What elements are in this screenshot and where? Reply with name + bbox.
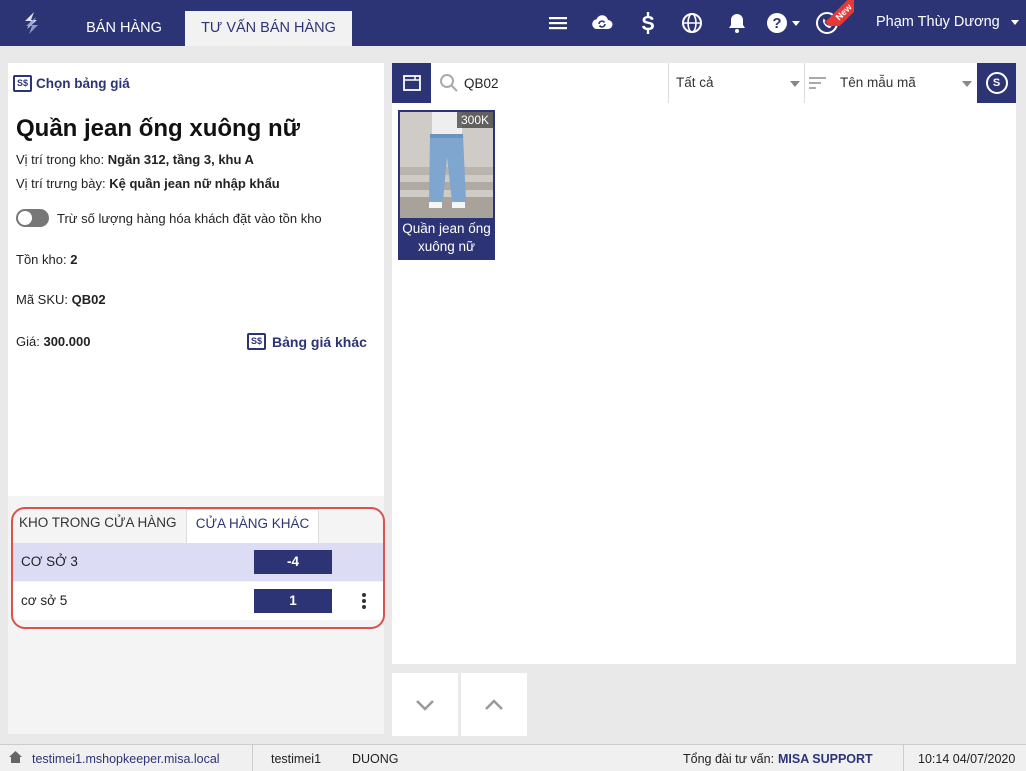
help-caret-icon[interactable] — [792, 21, 800, 26]
choose-price-list-link[interactable]: S$ Chọn bảng giá — [13, 75, 130, 92]
bell-icon[interactable] — [725, 11, 749, 35]
chevron-down-icon[interactable] — [790, 81, 800, 87]
price-info: Giá: 300.000 — [16, 334, 91, 349]
currency-icon[interactable]: S — [636, 11, 660, 35]
new-badge: New — [822, 0, 854, 26]
hotline-label: Tổng đài tư vấn: — [683, 752, 775, 766]
chevron-down-icon[interactable] — [962, 81, 972, 87]
server-url[interactable]: testimei1.mshopkeeper.misa.local — [32, 752, 220, 766]
view-mode-button[interactable] — [392, 63, 431, 103]
search-bar: Tất cả Tên mẫu mã S — [392, 63, 1016, 103]
user-menu-caret-icon[interactable] — [1011, 20, 1019, 25]
hotline-value[interactable]: MISA SUPPORT — [778, 752, 873, 766]
menu-icon[interactable] — [546, 11, 570, 35]
datetime: 10:14 04/07/2020 — [918, 752, 1016, 766]
price-list-icon: S$ — [13, 75, 32, 92]
shop-code: testimei1 — [271, 752, 322, 766]
other-price-list-link[interactable]: S$ Bảng giá khác — [247, 333, 367, 350]
other-price-list-label: Bảng giá khác — [272, 333, 367, 350]
product-detail-panel: S$ Chọn bảng giá Quần jean ống xuông nữ … — [8, 63, 384, 496]
stock-info: Tồn kho: 2 — [16, 252, 78, 267]
search-input[interactable] — [464, 69, 664, 97]
tab-sales-consulting[interactable]: TƯ VẤN BÁN HÀNG — [185, 11, 352, 46]
window-icon — [402, 75, 421, 91]
product-card-name: Quần jean ống xuông nữ — [402, 221, 491, 254]
tab-sales[interactable]: BÁN HÀNG — [64, 11, 184, 46]
divider — [903, 745, 904, 771]
price-badge: 300K — [456, 112, 493, 128]
product-image: 300K — [400, 112, 493, 218]
product-card[interactable]: 300K Quần jean ống xuông nữ — [398, 110, 495, 260]
globe-icon[interactable] — [680, 11, 704, 35]
cloud-sync-icon[interactable] — [590, 11, 614, 35]
scroll-down-button[interactable] — [392, 673, 458, 736]
warehouse-location: Vị trí trong kho: Ngăn 312, tầng 3, khu … — [16, 152, 254, 167]
chevron-down-icon — [416, 699, 434, 711]
sku-info: Mã SKU: QB02 — [16, 292, 106, 307]
divider — [252, 745, 253, 771]
sort-select[interactable]: Tên mẫu mã — [840, 75, 916, 90]
app-logo-icon[interactable] — [18, 9, 46, 37]
chevron-up-icon — [485, 698, 503, 710]
display-location: Vị trí trưng bày: Kệ quần jean nữ nhập k… — [16, 176, 280, 191]
search-icon — [440, 74, 458, 92]
price-mode-button[interactable]: S — [977, 63, 1016, 103]
top-bar: BÁN HÀNG TƯ VẤN BÁN HÀNG S ? New Phạm Th… — [0, 0, 1026, 46]
currency-circle-icon: S — [985, 72, 1008, 94]
product-title: Quần jean ống xuông nữ — [16, 115, 301, 142]
price-list-icon: S$ — [247, 333, 266, 350]
sort-icon[interactable] — [808, 75, 828, 91]
help-icon[interactable]: ? — [765, 11, 789, 35]
deduct-stock-label: Trừ số lượng hàng hóa khách đặt vào tồn … — [57, 211, 322, 226]
choose-price-list-label: Chọn bảng giá — [36, 76, 130, 91]
scroll-up-button[interactable] — [461, 673, 527, 736]
divider — [804, 63, 805, 103]
deduct-stock-toggle[interactable] — [16, 209, 49, 227]
divider — [668, 63, 669, 103]
home-icon[interactable] — [9, 751, 22, 763]
highlight-annotation — [11, 507, 385, 629]
status-bar: testimei1.mshopkeeper.misa.local testime… — [0, 744, 1026, 771]
svg-text:?: ? — [772, 15, 781, 32]
user-code: DUONG — [352, 752, 399, 766]
filter-select[interactable]: Tất cả — [676, 75, 714, 90]
user-name[interactable]: Phạm Thùy Dương — [876, 14, 1000, 30]
